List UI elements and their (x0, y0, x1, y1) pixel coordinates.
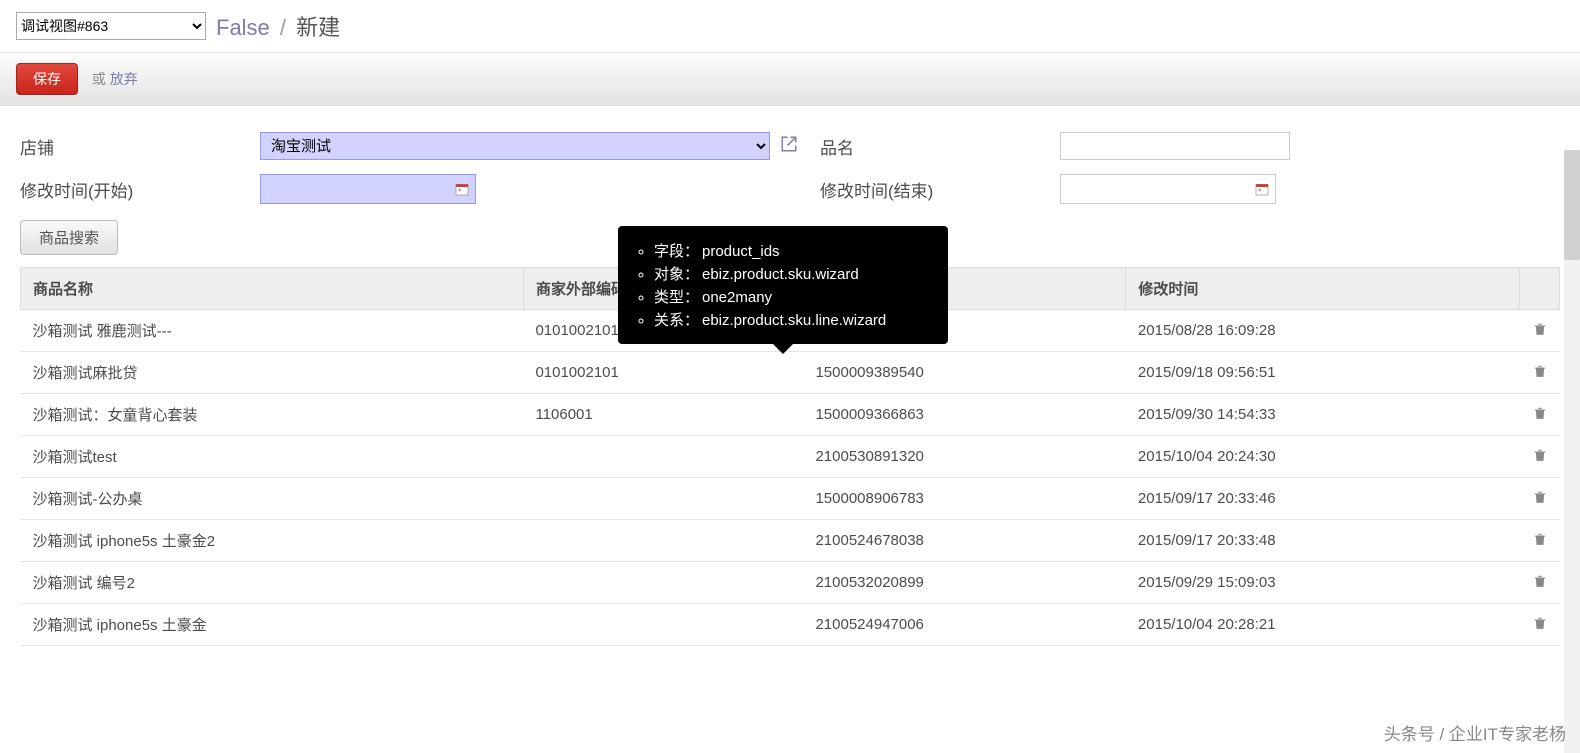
watermark: 头条号 / 企业IT专家老杨 (1384, 720, 1566, 745)
cell-name: 沙箱测试 雅鹿测试--- (21, 310, 524, 352)
trash-icon[interactable] (1533, 450, 1547, 467)
cell-num: 2100524678038 (803, 520, 1125, 562)
tt-rel-label: 关系： (654, 309, 702, 330)
cell-num: 1500009366863 (803, 394, 1125, 436)
cell-mod: 2015/09/17 20:33:48 (1126, 520, 1520, 562)
tt-type-label: 类型： (654, 286, 702, 307)
tt-field-value: product_ids (702, 243, 780, 260)
trash-icon[interactable] (1533, 534, 1547, 551)
cell-num: 1500009389540 (803, 352, 1125, 394)
table-row[interactable]: 沙箱测试 iphone5s 土豪金 21005249470062015/10/04… (21, 604, 1560, 646)
debug-view-select[interactable]: 调试视图#863 (16, 12, 206, 40)
save-button[interactable]: 保存 (16, 63, 78, 95)
cell-name: 沙箱测试test (21, 436, 524, 478)
name-input[interactable] (1060, 132, 1290, 160)
cell-mod: 2015/09/17 20:33:46 (1126, 478, 1520, 520)
cell-num: 2100524947006 (803, 604, 1125, 646)
mod-start-input[interactable] (261, 175, 453, 203)
or-text: 或 (92, 71, 106, 87)
cell-name: 沙箱测试 iphone5s 土豪金 (21, 604, 524, 646)
cell-outer (523, 562, 803, 604)
cell-mod: 2015/08/28 16:09:28 (1126, 310, 1520, 352)
table-row[interactable]: 沙箱测试 iphone5s 土豪金2 21005246780382015/09/1… (21, 520, 1560, 562)
cell-outer (523, 604, 803, 646)
cell-name: 沙箱测试麻批贷 (21, 352, 524, 394)
cell-num: 2100532020899 (803, 562, 1125, 604)
cell-mod: 2015/10/04 20:24:30 (1126, 436, 1520, 478)
mod-end-input[interactable] (1061, 175, 1253, 203)
trash-icon[interactable] (1533, 576, 1547, 593)
cell-outer: 1106001 (523, 394, 803, 436)
tt-rel-value: ebiz.product.sku.line.wizard (702, 312, 886, 329)
cell-outer (523, 436, 803, 478)
cell-name: 沙箱测试-公办桌 (21, 478, 524, 520)
cell-num: 2100530891320 (803, 436, 1125, 478)
col-name[interactable]: 商品名称 (21, 268, 524, 310)
cell-name: 沙箱测试 iphone5s 土豪金2 (21, 520, 524, 562)
name-label: 品名 (820, 134, 1060, 159)
trash-icon[interactable] (1533, 492, 1547, 509)
cell-mod: 2015/10/04 20:28:21 (1126, 604, 1520, 646)
cell-outer (523, 520, 803, 562)
table-row[interactable]: 沙箱测试：女童背心套装110600115000093668632015/09/3… (21, 394, 1560, 436)
tt-obj-label: 对象： (654, 263, 702, 284)
tt-type-value: one2many (702, 289, 772, 306)
trash-icon[interactable] (1533, 618, 1547, 635)
mod-start-input-wrap[interactable] (260, 174, 476, 204)
tt-obj-value: ebiz.product.sku.wizard (702, 266, 859, 283)
cell-outer: 0101002101 (523, 352, 803, 394)
tt-field-label: 字段： (654, 240, 702, 261)
breadcrumb-false[interactable]: False (216, 15, 270, 40)
cell-name: 沙箱测试 编号2 (21, 562, 524, 604)
cell-name: 沙箱测试：女童背心套装 (21, 394, 524, 436)
table-row[interactable]: 沙箱测试-公办桌 15000089067832015/09/17 20:33:46 (21, 478, 1560, 520)
breadcrumb: False / 新建 (216, 10, 340, 42)
cell-mod: 2015/09/30 14:54:33 (1126, 394, 1520, 436)
cell-mod: 2015/09/29 15:09:03 (1126, 562, 1520, 604)
mod-end-label: 修改时间(结束) (820, 177, 1060, 202)
col-delete (1520, 268, 1560, 310)
mod-end-input-wrap[interactable] (1060, 174, 1276, 204)
col-mod[interactable]: 修改时间 (1126, 268, 1520, 310)
table-row[interactable]: 沙箱测试麻批贷010100210115000093895402015/09/18… (21, 352, 1560, 394)
trash-icon[interactable] (1533, 324, 1547, 341)
cell-mod: 2015/09/18 09:56:51 (1126, 352, 1520, 394)
table-row[interactable]: 沙箱测试test 21005308913202015/10/04 20:24:30 (21, 436, 1560, 478)
cell-num: 1500008906783 (803, 478, 1125, 520)
calendar-icon[interactable] (453, 180, 471, 198)
table-row[interactable]: 沙箱测试 编号2 21005320208992015/09/29 15:09:03 (21, 562, 1560, 604)
shop-label: 店铺 (20, 134, 260, 159)
trash-icon[interactable] (1533, 408, 1547, 425)
product-search-button[interactable]: 商品搜索 (20, 220, 118, 255)
shop-select[interactable]: 淘宝测试 (260, 132, 770, 160)
cell-outer (523, 478, 803, 520)
breadcrumb-current: 新建 (296, 15, 340, 40)
calendar-icon[interactable] (1253, 180, 1271, 198)
field-tooltip: 字段：product_ids 对象：ebiz.product.sku.wizar… (618, 226, 948, 344)
mod-start-label: 修改时间(开始) (20, 177, 260, 202)
external-link-icon[interactable] (780, 135, 798, 158)
breadcrumb-separator: / (280, 15, 286, 40)
scrollbar-thumb[interactable] (1564, 150, 1580, 260)
discard-link[interactable]: 放弃 (110, 71, 138, 87)
trash-icon[interactable] (1533, 366, 1547, 383)
